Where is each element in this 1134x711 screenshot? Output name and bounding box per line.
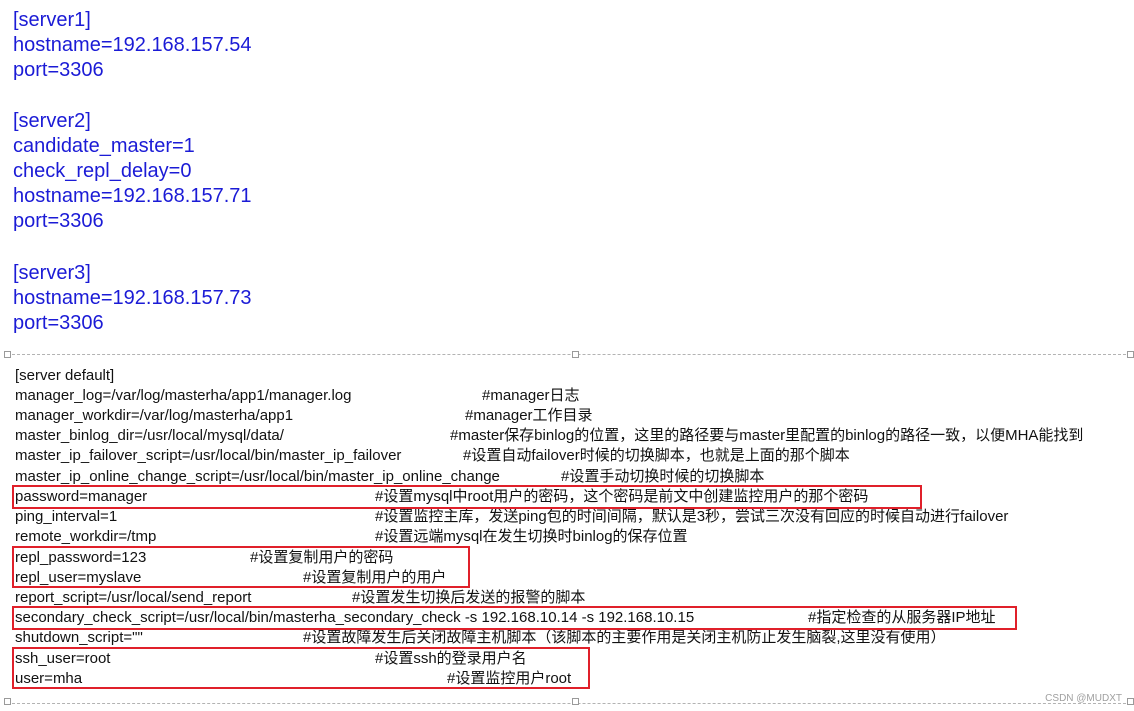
resize-handle-bottom-right[interactable] [1127,698,1134,705]
config-comment: #设置故障发生后关闭故障主机脚本（该脚本的主要作用是关闭主机防止发生脑裂,这里没… [303,629,946,646]
highlight-repl-credentials [12,546,470,588]
config-comment: #设置监控主库，发送ping包的时间间隔，默认是3秒，尝试三次没有回应的时候自动… [375,508,1009,525]
server3-header: [server3] [13,262,91,284]
resize-handle-top-right[interactable] [1127,351,1134,358]
config-comment: #设置远端mysql在发生切换时binlog的保存位置 [375,528,688,545]
config-comment: #设置自动failover时候的切换脚本，也就是上面的那个脚本 [463,447,850,464]
server2-header: [server2] [13,110,91,132]
server1-hostname: hostname=192.168.157.54 [13,34,252,56]
config-key: master_ip_online_change_script=/usr/loca… [15,468,500,485]
config-comment: #manager工作目录 [465,407,593,424]
config-comment: #master保存binlog的位置，这里的路径要与master里配置的binl… [450,427,1084,444]
config-key: shutdown_script="" [15,629,143,646]
config-comment: #设置发生切换后发送的报警的脚本 [352,589,586,606]
resize-handle-bottom-left[interactable] [4,698,11,705]
server3-port: port=3306 [13,312,104,334]
resize-handle-top-center[interactable] [572,351,579,358]
config-key: ping_interval=1 [15,508,118,525]
watermark: CSDN @MUDXT [1045,693,1122,704]
server2-candidate: candidate_master=1 [13,135,195,157]
server2-hostname: hostname=192.168.157.71 [13,185,252,207]
highlight-secondary-check [12,606,1017,630]
highlight-ssh-user [12,647,590,689]
config-key: manager_workdir=/var/log/masterha/app1 [15,407,294,424]
config-key: master_binlog_dir=/usr/local/mysql/data/ [15,427,284,444]
config-key: report_script=/usr/local/send_report [15,589,252,606]
config-key: master_ip_failover_script=/usr/local/bin… [15,447,402,464]
config-key: remote_workdir=/tmp [15,528,157,545]
server3-hostname: hostname=192.168.157.73 [13,287,252,309]
resize-handle-bottom-center[interactable] [572,698,579,705]
default-header: [server default] [15,367,115,384]
server2-port: port=3306 [13,210,104,232]
server1-header: [server1] [13,9,91,31]
config-comment: #设置手动切换时候的切换脚本 [561,468,765,485]
server2-repl-delay: check_repl_delay=0 [13,160,192,182]
config-comment: #manager日志 [482,387,580,404]
resize-handle-top-left[interactable] [4,351,11,358]
highlight-password [12,485,922,509]
server1-port: port=3306 [13,59,104,81]
config-key: manager_log=/var/log/masterha/app1/manag… [15,387,352,404]
